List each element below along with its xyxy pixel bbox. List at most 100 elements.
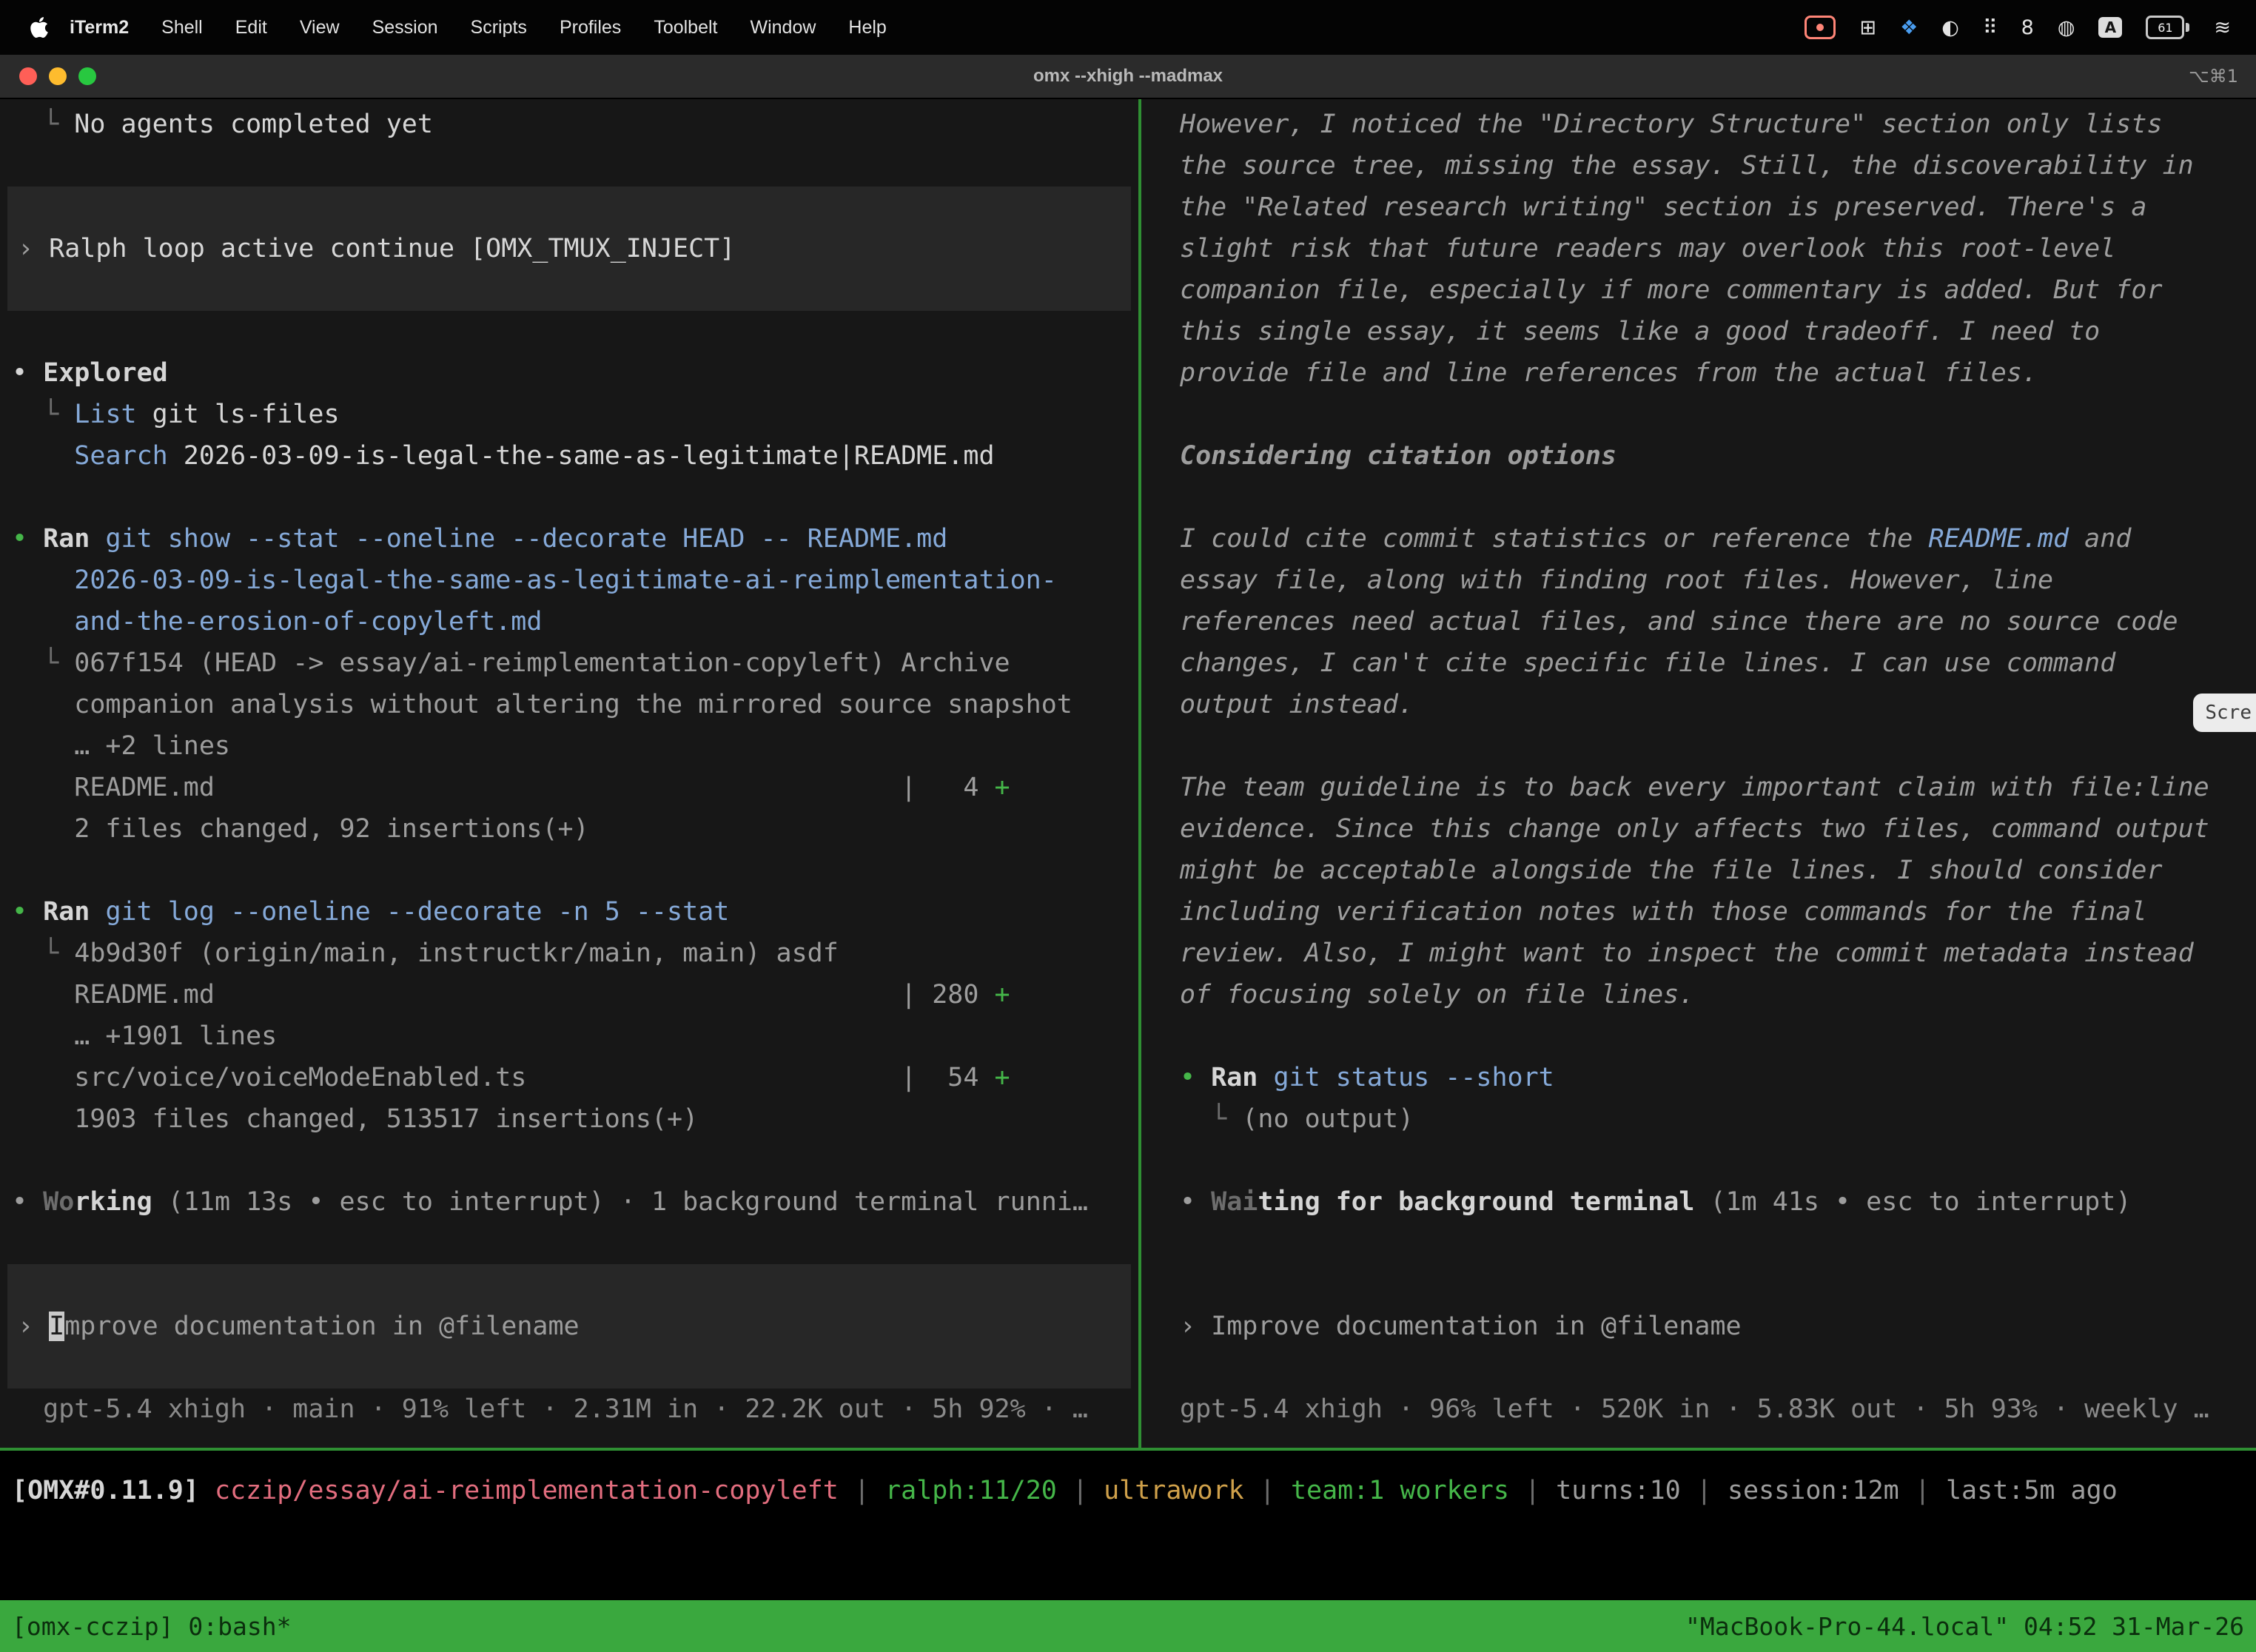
figure-eight-icon[interactable]: 8	[2021, 16, 2034, 39]
terminal-line	[1141, 1223, 2256, 1264]
app-menu-title[interactable]: iTerm2	[70, 17, 129, 38]
menu-view[interactable]: View	[300, 17, 340, 38]
terminal-line: I could cite commit statistics or refere…	[1141, 518, 2256, 560]
traffic-lights	[19, 67, 96, 85]
menu-toolbelt[interactable]: Toolbelt	[654, 17, 717, 38]
screen-recording-icon[interactable]	[1805, 16, 1836, 39]
terminal-line: Search 2026-03-09-is-legal-the-same-as-l…	[0, 435, 1138, 477]
terminal-line	[1141, 1015, 2256, 1057]
ring-icon[interactable]: ◍	[2058, 16, 2075, 39]
terminal-line	[1141, 477, 2256, 518]
input-source-icon[interactable]: A	[2098, 17, 2122, 38]
terminal-line: provide file and line references from th…	[1141, 352, 2256, 394]
menu-bar-status-icons: ⊞ ❖ ◐ ⠿ 8 ◍ A 61 ≋	[1805, 16, 2231, 39]
terminal-line: • Ran git status --short	[1141, 1057, 2256, 1098]
terminal-line: └ 067f154 (HEAD -> essay/ai-reimplementa…	[0, 642, 1138, 684]
prompt-input[interactable]: › Improve documentation in @filename	[7, 1264, 1131, 1389]
terminal-line: • Waiting for background terminal (1m 41…	[1141, 1181, 2256, 1223]
terminal-line: evidence. Since this change only affects…	[1141, 808, 2256, 850]
terminal-line: the source tree, missing the essay. Stil…	[1141, 145, 2256, 187]
battery-icon[interactable]: 61	[2146, 16, 2184, 39]
dark-circle-icon[interactable]: ◐	[1941, 16, 1959, 39]
terminal-line: this single essay, it seems like a good …	[1141, 311, 2256, 352]
terminal-line: README.md | 280 +	[0, 974, 1138, 1015]
menu-profiles[interactable]: Profiles	[560, 17, 621, 38]
terminal-content: └ No agents completed yet › Ralph loop a…	[0, 99, 2256, 1448]
terminal-line: output instead.	[1141, 684, 2256, 725]
tmux-host-clock: "MacBook-Pro-44.local" 04:52 31-Mar-26	[1685, 1612, 2244, 1641]
terminal-line: └ No agents completed yet	[0, 104, 1138, 145]
terminal-line: review. Also, I might want to inspect th…	[1141, 933, 2256, 974]
terminal-line: 1903 files changed, 513517 insertions(+)	[0, 1098, 1138, 1140]
model-status-line: gpt-5.4 xhigh · main · 91% left · 2.31M …	[0, 1389, 1138, 1430]
terminal-line: … +2 lines	[0, 725, 1138, 767]
omx-status-line: [OMX#0.11.9] cczip/essay/ai-reimplementa…	[0, 1470, 2256, 1511]
terminal-line: companion analysis without altering the …	[0, 684, 1138, 725]
menu-shell[interactable]: Shell	[161, 17, 203, 38]
model-status-line: gpt-5.4 xhigh · 96% left · 520K in · 5.8…	[1141, 1389, 2256, 1430]
terminal-line: essay file, along with finding root file…	[1141, 560, 2256, 601]
terminal-line: └ (no output)	[1141, 1098, 2256, 1140]
terminal-line: changes, I can't cite specific file line…	[1141, 642, 2256, 684]
terminal-line: the "Related research writing" section i…	[1141, 187, 2256, 228]
terminal-line: • Ran git show --stat --oneline --decora…	[0, 518, 1138, 560]
tmux-session-window: [omx-cczip] 0:bash*	[12, 1612, 292, 1641]
terminal-line: However, I noticed the "Directory Struct…	[1141, 104, 2256, 145]
terminal-line	[1141, 1347, 2256, 1389]
dots-grid-icon[interactable]: ⠿	[1983, 16, 1998, 39]
menu-edit[interactable]: Edit	[235, 17, 267, 38]
terminal-line: companion file, especially if more comme…	[1141, 269, 2256, 311]
terminal-line	[0, 311, 1138, 352]
omx-status-text: [OMX#0.11.9] cczip/essay/ai-reimplementa…	[12, 1470, 2256, 1511]
tmux-pane-right[interactable]: However, I noticed the "Directory Struct…	[1141, 99, 2256, 1448]
menu-window[interactable]: Window	[750, 17, 816, 38]
terminal-line	[0, 477, 1138, 518]
terminal-line	[0, 145, 1138, 187]
menu-session[interactable]: Session	[372, 17, 438, 38]
zoom-button[interactable]	[78, 67, 96, 85]
terminal-line: └ 4b9d30f (origin/main, instructkr/main,…	[0, 933, 1138, 974]
thinking-heading: Considering citation options	[1141, 435, 2256, 477]
terminal-line: └ List git ls-files	[0, 394, 1138, 435]
terminal-line: README.md | 4 +	[0, 767, 1138, 808]
terminal-line: The team guideline is to back every impo…	[1141, 767, 2256, 808]
terminal-line: 2026-03-09-is-legal-the-same-as-legitima…	[0, 560, 1138, 601]
menu-scripts[interactable]: Scripts	[471, 17, 527, 38]
terminal-line: of focusing solely on file lines.	[1141, 974, 2256, 1015]
terminal-line: might be acceptable alongside the file l…	[1141, 850, 2256, 891]
terminal-line	[0, 1140, 1138, 1181]
prompt-input-line: › Improve documentation in @filename	[7, 1306, 1131, 1347]
terminal-line: … +1901 lines	[0, 1015, 1138, 1057]
apple-menu-icon[interactable]	[30, 16, 49, 39]
window-title-bar: omx --xhigh --madmax ⌥⌘1	[0, 55, 2256, 99]
window-title: omx --xhigh --madmax	[1033, 66, 1223, 87]
pane-border-horizontal	[0, 1448, 2256, 1451]
terminal-line	[1141, 725, 2256, 767]
menu-help[interactable]: Help	[848, 17, 886, 38]
screen-share-overlay[interactable]: Scre	[2193, 694, 2256, 732]
terminal-line: and-the-erosion-of-copyleft.md	[0, 601, 1138, 642]
terminal-line: • Explored	[0, 352, 1138, 394]
terminal-line	[1141, 1140, 2256, 1181]
inject-banner-line: › Ralph loop active continue [OMX_TMUX_I…	[7, 228, 1131, 269]
prompt-line[interactable]: › Improve documentation in @filename	[1141, 1306, 2256, 1347]
bottom-spacer	[0, 1511, 2256, 1600]
inject-banner[interactable]: › Ralph loop active continue [OMX_TMUX_I…	[7, 187, 1131, 311]
terminal-line: slight risk that future readers may over…	[1141, 228, 2256, 269]
terminal-line	[1141, 1264, 2256, 1306]
cursor: I	[49, 1312, 64, 1341]
blue-gem-icon[interactable]: ❖	[1900, 16, 1918, 39]
grid-icon[interactable]: ⊞	[1859, 16, 1876, 39]
window-shortcut-hint: ⌥⌘1	[2189, 66, 2238, 87]
terminal-line: • Ran git log --oneline --decorate -n 5 …	[0, 891, 1138, 933]
macos-menu-bar: iTerm2 Shell Edit View Session Scripts Profil…	[0, 0, 2256, 55]
terminal-line: including verification notes with those …	[1141, 891, 2256, 933]
terminal-line	[1141, 394, 2256, 435]
terminal-line: • Working (11m 13s • esc to interrupt) ·…	[0, 1181, 1138, 1223]
minimize-button[interactable]	[49, 67, 67, 85]
tmux-pane-left[interactable]: └ No agents completed yet › Ralph loop a…	[0, 99, 1138, 1448]
wifi-icon[interactable]: ≋	[2214, 16, 2231, 39]
terminal-line	[0, 1223, 1138, 1264]
tmux-status-bar: [omx-cczip] 0:bash* "MacBook-Pro-44.loca…	[0, 1600, 2256, 1652]
close-button[interactable]	[19, 67, 37, 85]
